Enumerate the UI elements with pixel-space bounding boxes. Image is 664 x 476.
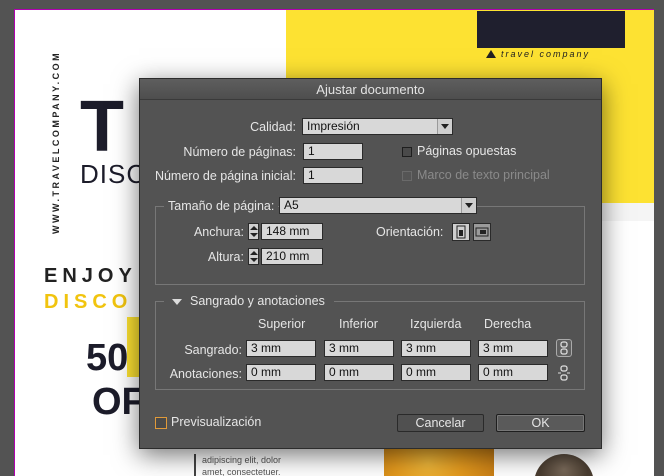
body-text-line: amet, consectetuer.	[202, 467, 281, 476]
vertical-url: WWW.TRAVELCOMPANY.COM	[51, 50, 61, 234]
landscape-orientation-button[interactable]	[473, 223, 491, 241]
width-field[interactable]: 148 mm	[261, 223, 323, 240]
page-size-select[interactable]: A5	[279, 197, 477, 214]
bleed-label: Sangrado:	[184, 343, 242, 357]
brand-tagline: travel company	[501, 49, 591, 59]
slug-right-field[interactable]: 0 mm	[478, 364, 548, 381]
height-field[interactable]: 210 mm	[261, 248, 323, 265]
bleed-slug-header[interactable]: Sangrado y anotaciones	[164, 294, 334, 310]
bleed-guide-top	[14, 9, 654, 10]
num-pages-field[interactable]: 1	[303, 143, 363, 160]
page-size-value: A5	[284, 198, 299, 212]
logo-box	[477, 11, 625, 48]
bleed-left-field[interactable]: 3 mm	[401, 340, 471, 357]
bleed-right-field[interactable]: 3 mm	[478, 340, 548, 357]
num-pages-label: Número de páginas:	[183, 145, 296, 159]
bleed-top-field[interactable]: 3 mm	[246, 340, 316, 357]
bleed-bottom-field[interactable]: 3 mm	[324, 340, 394, 357]
portrait-icon	[456, 225, 466, 239]
height-label: Altura:	[207, 250, 244, 264]
col-bottom-header: Inferior	[339, 317, 378, 331]
bleed-slug-label: Sangrado y anotaciones	[190, 294, 325, 308]
bleed-link-icon[interactable]	[556, 339, 572, 357]
slug-label: Anotaciones:	[169, 367, 242, 381]
disc-text: DISC	[80, 159, 147, 189]
width-stepper[interactable]	[248, 223, 259, 240]
start-page-field[interactable]: 1	[303, 167, 363, 184]
facing-pages-label: Páginas opuestas	[417, 144, 517, 158]
dialog-titlebar[interactable]: Ajustar documento	[140, 79, 601, 100]
mountain-icon	[486, 50, 496, 58]
quality-value: Impresión	[307, 119, 360, 133]
slug-bottom-field[interactable]: 0 mm	[324, 364, 394, 381]
enjoy-text: ENJOY	[44, 265, 137, 287]
landscape-icon	[475, 227, 489, 237]
col-right-header: Derecha	[484, 317, 532, 331]
slug-top-field[interactable]: 0 mm	[246, 364, 316, 381]
width-label: Anchura:	[193, 225, 244, 239]
col-left-header: Izquierda	[410, 317, 462, 331]
preview-label: Previsualización	[171, 415, 262, 429]
ok-button[interactable]: OK	[496, 414, 585, 432]
disclosure-triangle-icon	[172, 299, 182, 305]
off-text: OF	[92, 381, 145, 423]
headline-letter: T	[80, 87, 124, 167]
photo-image-2	[534, 454, 594, 476]
body-text-line: adipiscing elit, dolor	[202, 455, 282, 465]
disco-text: DISCO	[44, 291, 133, 313]
preview-checkbox[interactable]	[155, 417, 167, 429]
document-setup-dialog: Ajustar documento Calidad: Impresión Núm…	[139, 78, 602, 449]
primary-text-frame-label: Marco de texto principal	[417, 168, 550, 182]
page-size-label: Tamaño de página:	[164, 199, 279, 213]
height-stepper[interactable]	[248, 248, 259, 265]
cancel-button[interactable]: Cancelar	[397, 414, 484, 432]
quality-select[interactable]: Impresión	[302, 118, 453, 135]
portrait-orientation-button[interactable]	[452, 223, 470, 241]
orientation-label: Orientación:	[376, 225, 444, 239]
quality-label: Calidad:	[250, 120, 296, 134]
page-size-group	[155, 206, 585, 285]
slug-left-field[interactable]: 0 mm	[401, 364, 471, 381]
slug-unlink-icon[interactable]	[556, 364, 572, 382]
facing-pages-checkbox[interactable]	[402, 147, 412, 157]
dialog-title: Ajustar documento	[316, 82, 425, 97]
start-page-label: Número de página inicial:	[154, 169, 296, 183]
discount-number: 50	[86, 337, 129, 379]
chevron-down-icon	[437, 119, 452, 134]
bleed-guide-left	[14, 9, 15, 476]
col-top-header: Superior	[258, 317, 306, 331]
chevron-down-icon	[461, 198, 476, 213]
body-text: adipiscing elit, dolor amet, consectetue…	[194, 454, 281, 476]
primary-text-frame-checkbox[interactable]	[402, 171, 412, 181]
